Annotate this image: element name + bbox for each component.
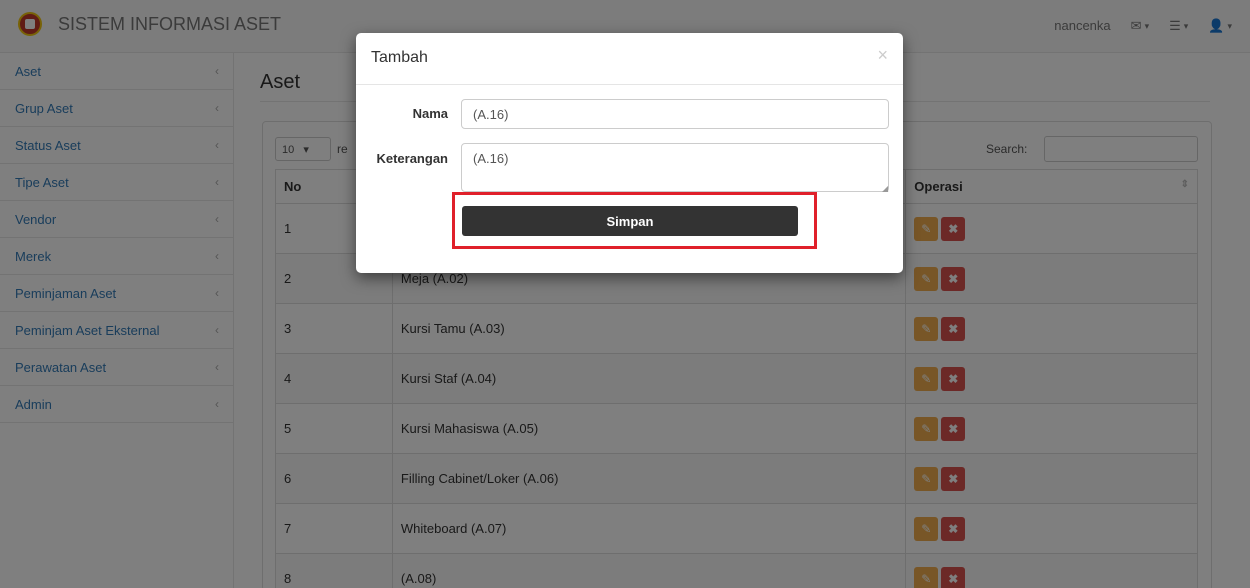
- keterangan-textarea[interactable]: (A.16): [461, 143, 889, 192]
- close-icon[interactable]: ×: [877, 45, 888, 66]
- nama-label: Nama: [412, 106, 448, 121]
- keterangan-label: Keterangan: [376, 151, 448, 166]
- highlight-box: [452, 192, 817, 249]
- modal-header: Tambah ×: [356, 33, 903, 85]
- resize-handle-icon[interactable]: ◢: [882, 184, 888, 193]
- modal-title: Tambah: [371, 49, 428, 66]
- nama-input[interactable]: [461, 99, 889, 129]
- add-asset-modal: Tambah × Nama Keterangan (A.16) ◢ Simpan: [356, 33, 903, 273]
